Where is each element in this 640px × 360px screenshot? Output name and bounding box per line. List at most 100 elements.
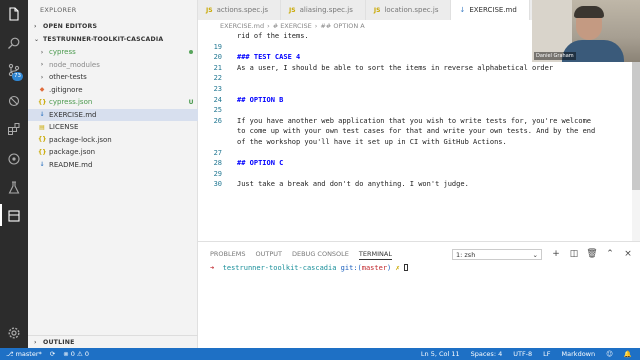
breadcrumb-item[interactable]: ## OPTION A bbox=[320, 22, 364, 30]
test-icon[interactable] bbox=[6, 180, 22, 196]
tree-item[interactable]: {} package.json bbox=[28, 146, 198, 158]
chevron-right-icon: › bbox=[40, 73, 44, 81]
encoding[interactable]: UTF-8 bbox=[513, 350, 532, 358]
code-line[interactable]: 28 ## OPTION C bbox=[198, 159, 628, 169]
prompt-git-close: ) bbox=[387, 264, 392, 272]
open-editors-section[interactable]: › OPEN EDITORS bbox=[28, 20, 198, 33]
breadcrumb-item[interactable]: EXERCISE.md bbox=[220, 22, 264, 30]
chevron-down-icon: ⌄ bbox=[34, 36, 40, 43]
debug-icon[interactable] bbox=[6, 93, 22, 109]
line-number: 24 bbox=[213, 95, 222, 104]
tree-item[interactable]: ↓ EXERCISE.md bbox=[28, 108, 198, 121]
new-terminal-icon[interactable]: + bbox=[550, 248, 562, 260]
code-line[interactable]: 24 ## OPTION B bbox=[198, 96, 628, 106]
modified-dot bbox=[189, 49, 193, 54]
line-number: 28 bbox=[213, 159, 222, 168]
tab-label: aliasing.spec.js bbox=[299, 6, 353, 14]
markdown-file-icon: ↓ bbox=[39, 111, 45, 118]
panel-tab-problems[interactable]: PROBLEMS bbox=[210, 250, 245, 260]
line-text: ## OPTION C bbox=[237, 159, 284, 168]
breadcrumb-separator-icon: › bbox=[267, 21, 270, 30]
code-line[interactable]: 21 As a user, I should be able to sort th… bbox=[198, 64, 628, 74]
markdown-file-icon: ↓ bbox=[39, 161, 45, 168]
tree-item-label: EXERCISE.md bbox=[49, 110, 97, 119]
sync-icon[interactable]: ⟳ bbox=[50, 350, 55, 358]
tree-item[interactable]: ◆ .gitignore bbox=[28, 84, 198, 96]
project-section[interactable]: ⌄ TESTRUNNER-TOOLKIT-CASCADIA bbox=[28, 33, 198, 46]
tree-item[interactable]: ↓ README.md bbox=[28, 159, 198, 171]
timeline-icon[interactable] bbox=[6, 208, 22, 224]
panel-tab-terminal[interactable]: TERMINAL bbox=[358, 250, 392, 260]
chevron-right-icon: › bbox=[40, 61, 44, 68]
tab-location-spec-js[interactable]: JS location.spec.js bbox=[366, 0, 452, 20]
outline-section[interactable]: › OUTLINE bbox=[28, 335, 198, 348]
maximize-panel-icon[interactable]: ⌃ bbox=[604, 248, 616, 260]
bell-icon[interactable]: 🔔 bbox=[624, 350, 632, 358]
editor-scrollbar-thumb[interactable] bbox=[632, 62, 640, 190]
close-icon[interactable]: × bbox=[622, 248, 634, 260]
panel-tab-output[interactable]: OUTPUT bbox=[255, 250, 282, 260]
branch-status[interactable]: ⎇ master* bbox=[6, 350, 42, 358]
tree-item[interactable]: {} package-lock.json bbox=[28, 134, 198, 146]
tab-label: actions.spec.js bbox=[216, 6, 269, 14]
line-text: ## OPTION B bbox=[237, 95, 284, 104]
explorer-sidebar: EXPLORER › OPEN EDITORS ⌄ TESTRUNNER-TOO… bbox=[28, 0, 198, 348]
line-number: 25 bbox=[213, 106, 222, 115]
git-file-icon: ◆ bbox=[39, 86, 45, 93]
language-mode[interactable]: Markdown bbox=[562, 350, 596, 358]
code-line[interactable]: 29 bbox=[198, 170, 628, 180]
editor[interactable]: rid of the items. 19 20 ### TEST CASE 4 21 As… bbox=[198, 31, 640, 241]
line-text: rid of the items. bbox=[237, 32, 309, 40]
line-number bbox=[198, 32, 224, 42]
split-terminal-icon[interactable]: ◫ bbox=[568, 248, 580, 260]
tree-item[interactable]: › cypress bbox=[28, 46, 198, 58]
extensions-icon[interactable] bbox=[6, 121, 22, 137]
remote-icon[interactable] bbox=[6, 151, 22, 167]
code-line[interactable]: 26 If you have another web application th… bbox=[198, 117, 628, 127]
tab-exercise-md[interactable]: ↓ EXERCISE.md bbox=[451, 0, 530, 20]
webcam-overlay: Daniel Graham bbox=[532, 0, 640, 62]
tree-item[interactable]: ▤ LICENSE bbox=[28, 121, 198, 133]
trash-icon[interactable]: 🗑 bbox=[586, 248, 598, 260]
code-line[interactable]: to come up with your own test cases for … bbox=[198, 127, 628, 137]
feedback-icon[interactable]: ☺ bbox=[606, 350, 613, 358]
eol[interactable]: LF bbox=[543, 350, 550, 358]
problems-status[interactable]: ⊗ 0 ⚠ 0 bbox=[63, 350, 89, 358]
javascript-file-icon: JS bbox=[206, 6, 213, 14]
tab-actions-spec-js[interactable]: JS actions.spec.js bbox=[198, 0, 282, 20]
code-line[interactable]: 23 bbox=[198, 85, 628, 95]
code-line[interactable]: of the workshop you'll have it set up in… bbox=[198, 138, 628, 148]
line-number: 29 bbox=[213, 169, 222, 178]
line-text: to come up with your own test cases for … bbox=[237, 127, 596, 136]
files-icon[interactable] bbox=[6, 6, 22, 22]
tree-item-label: README.md bbox=[49, 160, 93, 169]
code-line[interactable]: 25 bbox=[198, 106, 628, 116]
cursor-position[interactable]: Ln 5, Col 11 bbox=[421, 350, 460, 358]
tree-item[interactable]: {} cypress.json U bbox=[28, 96, 198, 108]
tree-item[interactable]: › node_modules bbox=[28, 59, 198, 71]
tab-aliasing-spec-js[interactable]: JS aliasing.spec.js bbox=[281, 0, 366, 20]
panel-tab-debug-console[interactable]: DEBUG CONSOLE bbox=[292, 250, 349, 260]
activity-bar: 73 bbox=[0, 0, 28, 348]
tree-item[interactable]: › other-tests bbox=[28, 71, 198, 83]
tree-item-label: node_modules bbox=[49, 60, 100, 69]
search-icon[interactable] bbox=[6, 35, 22, 51]
indentation[interactable]: Spaces: 4 bbox=[471, 350, 503, 358]
line-number: 30 bbox=[213, 180, 222, 189]
breadcrumb-item[interactable]: # EXERCISE bbox=[273, 22, 312, 30]
code-line[interactable]: 22 bbox=[198, 74, 628, 84]
error-count: 0 bbox=[70, 350, 75, 358]
terminal-prompt[interactable]: ➜ testrunner-toolkit-cascadia git:(maste… bbox=[210, 264, 408, 272]
chevron-down-icon: ⌄ bbox=[532, 250, 538, 259]
json-file-icon: {} bbox=[38, 98, 47, 106]
gear-icon[interactable] bbox=[6, 325, 22, 341]
terminal-select[interactable]: 1: zsh ⌄ bbox=[452, 249, 542, 260]
git-status: U bbox=[184, 99, 198, 106]
breadcrumb-separator-icon: › bbox=[314, 21, 318, 30]
code-line[interactable]: 30 Just take a break and don't do anythin… bbox=[198, 180, 628, 190]
chevron-right-icon: › bbox=[40, 48, 44, 56]
line-number: 27 bbox=[213, 148, 222, 157]
warning-count: 0 bbox=[84, 350, 89, 358]
json-file-icon: {} bbox=[38, 148, 47, 156]
code-line[interactable]: 27 bbox=[198, 149, 628, 159]
